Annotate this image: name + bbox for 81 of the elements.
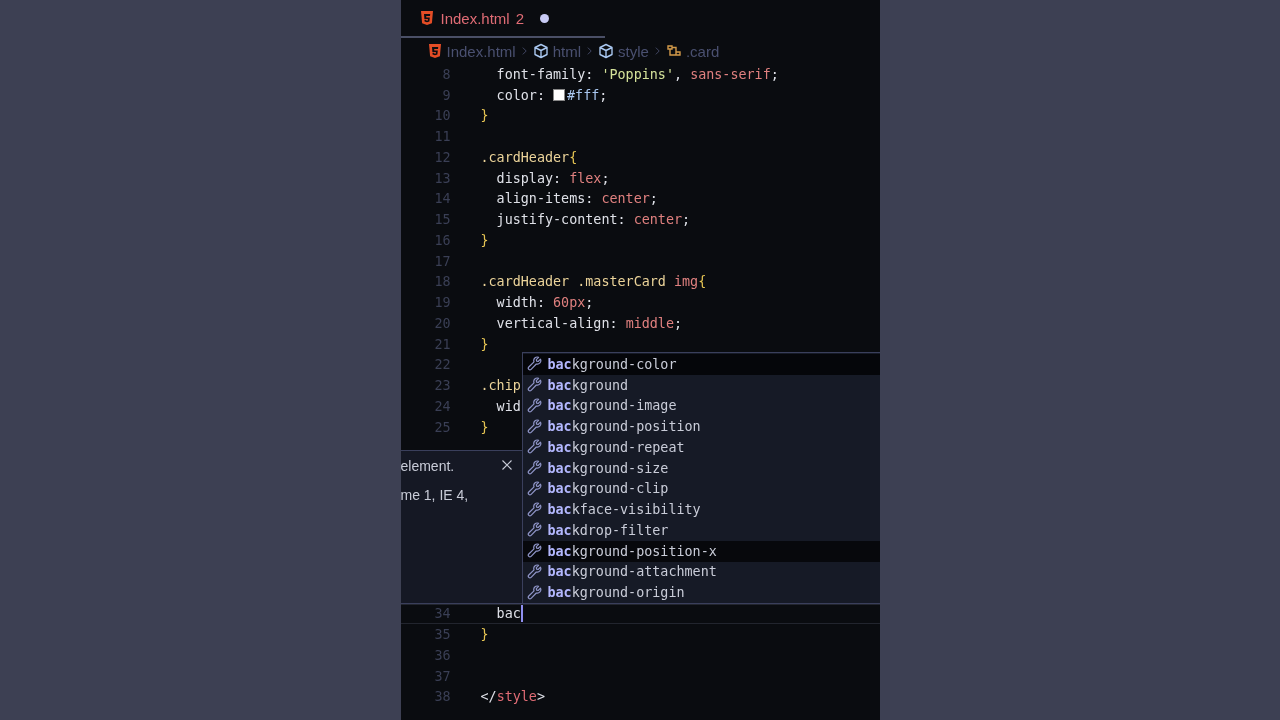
wrench-icon [526, 584, 543, 601]
unsaved-dot [540, 13, 550, 23]
chevron-icon [585, 45, 595, 57]
wrench-icon [526, 522, 543, 539]
html5-icon [426, 43, 443, 59]
line-number: 20 [433, 315, 451, 331]
line-number: 10 [433, 108, 451, 124]
line-number: 15 [433, 212, 451, 228]
suggestion-item[interactable]: background-size [522, 457, 880, 479]
hover-text: element. [400, 458, 455, 474]
line-number: 23 [433, 378, 451, 394]
line-number: 21 [433, 336, 451, 352]
line-number: 37 [433, 668, 451, 684]
suggestion-item[interactable]: background-attachment [522, 561, 880, 583]
code-line: bac [495, 606, 521, 622]
code-line: } [480, 108, 489, 124]
wrench-icon [526, 563, 543, 580]
cube-icon [598, 43, 615, 59]
line-number: 38 [433, 689, 451, 705]
line-number: 35 [433, 627, 451, 643]
problem-count: 2 [515, 9, 525, 27]
code-line: wid [495, 398, 521, 414]
wrench-icon [526, 543, 543, 560]
code-line: .cardHeader{ [480, 149, 578, 165]
line-number: 11 [433, 129, 451, 145]
code-line: } [480, 336, 489, 352]
wrench-icon [526, 418, 543, 435]
code-line: justify-content: center; [495, 212, 691, 228]
nodes-icon [665, 43, 682, 59]
code-line: .chip [480, 378, 521, 394]
line-number: 9 [441, 87, 451, 103]
line-number: 8 [441, 66, 451, 82]
code-line: display: flex; [495, 170, 610, 186]
code-line: vertical-align: middle; [495, 315, 683, 331]
tab-label: Index.html [440, 9, 510, 27]
line-number: 36 [433, 647, 451, 663]
line-number: 16 [433, 232, 451, 248]
line-number: 24 [433, 398, 451, 414]
wrench-icon [526, 460, 543, 477]
code-line: width: 60px; [495, 295, 594, 311]
suggestion-item[interactable]: background-origin [522, 582, 880, 603]
code-line: } [480, 419, 489, 435]
text-cursor [520, 605, 523, 623]
suggestion-item[interactable]: background-image [522, 395, 880, 417]
suggestion-item[interactable]: background-repeat [522, 437, 880, 458]
color-swatch [553, 89, 566, 102]
line-number: 17 [433, 253, 451, 269]
code-line: } [480, 232, 489, 248]
line-number: 12 [433, 149, 451, 165]
hover-text: me 1, IE 4, [400, 486, 470, 503]
line-number: 19 [433, 295, 451, 311]
code-line: font-family: 'Poppins', sans-serif; [495, 66, 779, 82]
wrench-icon [526, 480, 543, 497]
suggestion-item[interactable]: background-position-x [522, 540, 880, 562]
wrench-icon [526, 501, 543, 518]
line-number: 18 [433, 274, 451, 290]
code-line: } [480, 627, 489, 643]
wrench-icon [526, 356, 543, 373]
code-line: .cardHeader .masterCard img{ [480, 274, 707, 290]
code-line: align-items: center; [495, 191, 658, 207]
line-number: 13 [433, 170, 451, 186]
wrench-icon [526, 439, 543, 456]
line-number: 14 [433, 191, 451, 207]
code-line: #fff; [567, 87, 608, 103]
suggestion-item[interactable]: background-position [522, 416, 880, 437]
suggestion-item[interactable]: backface-visibility [522, 499, 880, 520]
editor-tab[interactable]: Index.html 2 [400, 0, 605, 38]
suggestion-item[interactable]: background-color [522, 354, 880, 375]
html5-icon [418, 10, 435, 26]
line-number: 22 [433, 357, 451, 373]
line-number: 25 [433, 419, 451, 435]
wrench-icon [526, 397, 543, 414]
line-number: 34 [433, 606, 451, 622]
suggestion-item[interactable]: background [522, 374, 880, 396]
wrench-icon [526, 377, 543, 394]
close-icon [500, 459, 513, 471]
suggestion-item[interactable]: backdrop-filter [522, 520, 880, 541]
cube-icon [532, 43, 549, 59]
code-line: </style> [480, 689, 545, 705]
code-line: color: [495, 87, 546, 103]
suggestion-item[interactable]: background-clip [522, 478, 880, 500]
